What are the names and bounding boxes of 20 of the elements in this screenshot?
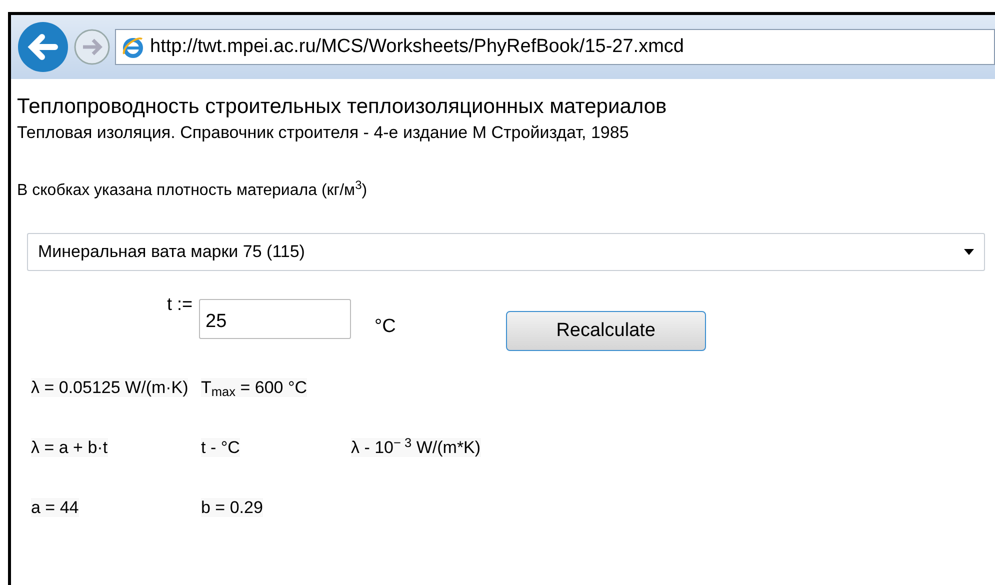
back-icon[interactable] [17, 21, 69, 73]
unit-label: °C [374, 315, 396, 339]
formula-text: b = 0.29 [201, 498, 263, 518]
formula-text: λ = 0.05125 W/(m·K) [31, 378, 188, 398]
formula-text: T$_{max}$ = 600 °C [201, 378, 308, 398]
dropdown-caret-icon [964, 249, 974, 255]
page-title: Теплопроводность строительных теплоизоляционных материалов [17, 94, 668, 120]
formula-text: t - °C [201, 438, 240, 458]
material-select[interactable]: Минеральная вата марки 75 (115) [27, 233, 985, 271]
temperature-input[interactable]: 25 [198, 299, 351, 339]
variable-label: t := [167, 293, 193, 316]
formula-text: λ = a + b·t [31, 438, 108, 458]
browser-logo-icon [122, 36, 144, 58]
recalculate-button[interactable]: Recalculate [506, 311, 706, 351]
source-text: Тепловая изоляция. Справочник строителя - 4-е издание М Стройиздат, 1985 [17, 122, 630, 144]
address-bar[interactable]: http://twt.mpei.ac.ru/MCS/Worksheets/PhyRefBook/15-27.xmcd [115, 29, 995, 65]
url-text: http://twt.mpei.ac.ru/MCS/Worksheets/PhyRefBook/15-27.xmcd [150, 34, 684, 59]
note-text: В скобках указана плотность материала (кг/м$^{3}$) [17, 179, 368, 201]
formula-text: a = 44 [31, 498, 79, 518]
formula-text: λ - 10$^{− 3}$ W/(m*K) [351, 438, 481, 458]
